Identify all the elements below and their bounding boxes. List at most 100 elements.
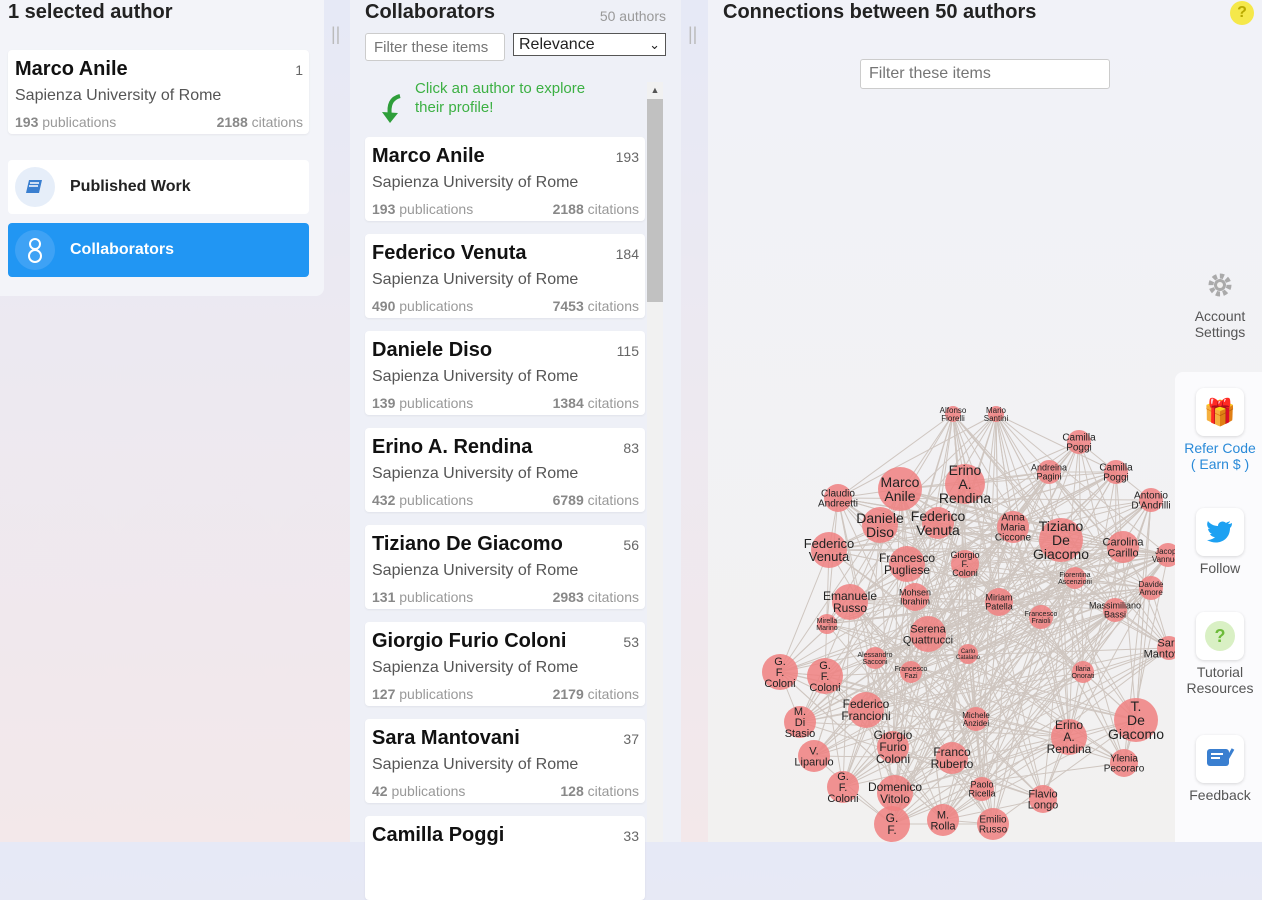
graph-node-label: Marino [816,625,838,632]
graph-node[interactable]: GiorgioFurioColoni [874,728,913,766]
menu-published-work[interactable]: Published Work [8,160,309,214]
graph-node[interactable]: V.Liparulo [794,740,834,772]
people-icon [15,230,55,270]
graph-node[interactable]: DomenicoVitolo [868,775,922,811]
graph-node-label: Francioni [841,709,890,723]
author-name: Marco Anile [372,145,485,167]
author-affiliation: Sapienza University of Rome [372,271,579,288]
graph-node-label: Poggi [1066,443,1092,454]
scrollbar[interactable]: ▲ [647,82,663,842]
graph-node-label: Pagini [1036,472,1061,482]
graph-node[interactable]: FrancoRuberto [931,742,974,774]
author-name: Giorgio Furio Coloni [372,630,567,652]
author-count: 184 [615,246,639,262]
graph-node-label: Ilaria [1075,666,1090,673]
graph-node[interactable]: AndreinaPagini [1031,460,1067,484]
graph-node-label: Onorati [1072,673,1095,680]
menu-label: Published Work [70,178,191,195]
refer-code-button[interactable]: 🎁 Refer Code ( Earn $ ) [1180,388,1260,472]
filter-input[interactable] [365,33,505,61]
author-card[interactable]: Giorgio Furio Coloni 53 Sapienza Universi… [365,622,645,706]
author-card[interactable]: Erino A. Rendina 83 Sapienza University o… [365,428,645,512]
help-icon[interactable]: ? [1230,1,1254,25]
graph-node[interactable]: TizianoDeGiacomo [1033,518,1089,562]
graph-node-label: Sacconi [863,659,888,666]
graph-node-label: Alessandro [857,652,892,659]
scrollbar-thumb[interactable] [647,99,663,302]
graph-node[interactable]: AntonioD'Andrilli [1131,488,1171,512]
panel-title: Connections between 50 authors [723,1,1037,23]
author-card[interactable]: Tiziano De Giacomo 56 Sapienza University… [365,525,645,609]
author-count: 37 [623,731,639,747]
graph-node-label: Stasio [785,728,816,740]
question-icon: ? [1205,621,1235,651]
graph-node[interactable]: MirellaMarino [816,614,838,634]
graph-node[interactable]: M.Rolla [927,804,959,836]
graph-node[interactable]: FrancescoPugliese [879,546,935,582]
author-count: 1 [295,62,303,78]
account-settings-button[interactable]: Account Settings [1183,268,1257,340]
graph-node[interactable]: G.F.Coloni [807,658,843,694]
author-count: 53 [623,634,639,650]
sort-select[interactable]: Relevance ⌄ [513,33,666,56]
graph-node-label: F. [887,823,896,837]
author-affiliation: Sapienza University of Rome [372,368,579,385]
author-card[interactable]: Daniele Diso 115 Sapienza University of R… [365,331,645,415]
graph-node[interactable]: AlfonsoFiorelli [940,406,967,423]
author-publications: 432 publications [372,492,474,508]
author-card[interactable]: Camilla Poggi 33 [365,816,645,900]
scroll-up-icon[interactable]: ▲ [647,82,663,98]
follow-button[interactable]: Follow [1186,508,1254,576]
graph-node[interactable]: ErinoA.Rendina [1047,718,1092,756]
graph-node[interactable]: FlavioLongo [1028,785,1059,813]
author-card[interactable]: Marco Anile 193 Sapienza University of Ro… [365,137,645,221]
graph-node[interactable]: G.F.Coloni [762,654,798,690]
tutorial-button[interactable]: ? Tutorial Resources [1180,612,1260,696]
network-graph[interactable]: AlfonsoFiorelliMarioSantiniCamillaPoggiC… [753,392,1223,842]
resize-handle[interactable]: || [331,24,340,45]
author-count: 56 [623,537,639,553]
graph-node[interactable]: MiriamPatella [985,588,1013,616]
graph-node[interactable]: FedericoVenuta [804,532,855,568]
graph-node-label: Fiorelli [941,414,965,423]
graph-node[interactable]: YleniaPecoraro [1104,749,1145,777]
menu-collaborators[interactable]: Collaborators [8,223,309,277]
graph-node[interactable]: CamillaPoggi [1099,460,1133,484]
graph-node[interactable]: CarolinaCarillo [1103,531,1145,563]
graph-node[interactable]: GiorgioF.Coloni [950,550,980,578]
author-card[interactable]: Federico Venuta 184 Sapienza University o… [365,234,645,318]
graph-node[interactable]: G.F. [874,806,910,842]
graph-node[interactable]: ClaudioAndreetti [818,484,858,512]
selected-author-card[interactable]: Marco Anile 1 Sapienza University of Rom… [8,50,309,134]
graph-node[interactable]: AlessandroSacconi [857,647,893,669]
graph-edge [779,549,830,673]
graph-node-label: Bassi [1104,610,1126,620]
graph-node[interactable]: MarioSantini [984,406,1009,423]
graph-node[interactable]: T.DeGiacomo [1108,698,1164,742]
resize-handle[interactable]: || [688,24,697,45]
author-citations: 128 citations [560,783,639,799]
graph-node-label: Rendina [1047,742,1092,756]
graph-node[interactable]: PaoloRicella [968,777,996,801]
network-filter-input[interactable] [860,59,1110,89]
hint-text: Click an author to explore their profile! [415,80,586,116]
graph-node[interactable]: EmilioRusso [977,808,1009,840]
graph-node[interactable]: FedericoFrancioni [841,692,891,728]
author-card[interactable]: Sara Mantovani 37 Sapienza University of … [365,719,645,803]
graph-node-label: Ruberto [931,757,974,771]
author-affiliation: Sapienza University of Rome [372,756,579,773]
graph-node-label: Mirella [817,618,838,625]
graph-node[interactable]: CamillaPoggi [1062,430,1096,454]
graph-node[interactable]: G.F.Coloni [827,771,859,805]
graph-node[interactable]: ErinoA.Rendina [939,462,991,506]
graph-node[interactable]: FedericoVenuta [911,507,966,539]
graph-node[interactable]: M.DiStasio [784,706,816,740]
graph-node[interactable]: MicheleAnzidei [962,707,990,731]
graph-node-label: Rendina [939,490,991,506]
graph-node[interactable]: DavideAmore [1139,576,1164,600]
feedback-button[interactable]: Feedback [1180,735,1260,803]
author-name: Daniele Diso [372,339,493,361]
graph-node-label: Andreetti [818,499,858,510]
graph-node-label: Coloni [809,682,840,694]
graph-node[interactable]: MarcoAnile [878,467,922,511]
